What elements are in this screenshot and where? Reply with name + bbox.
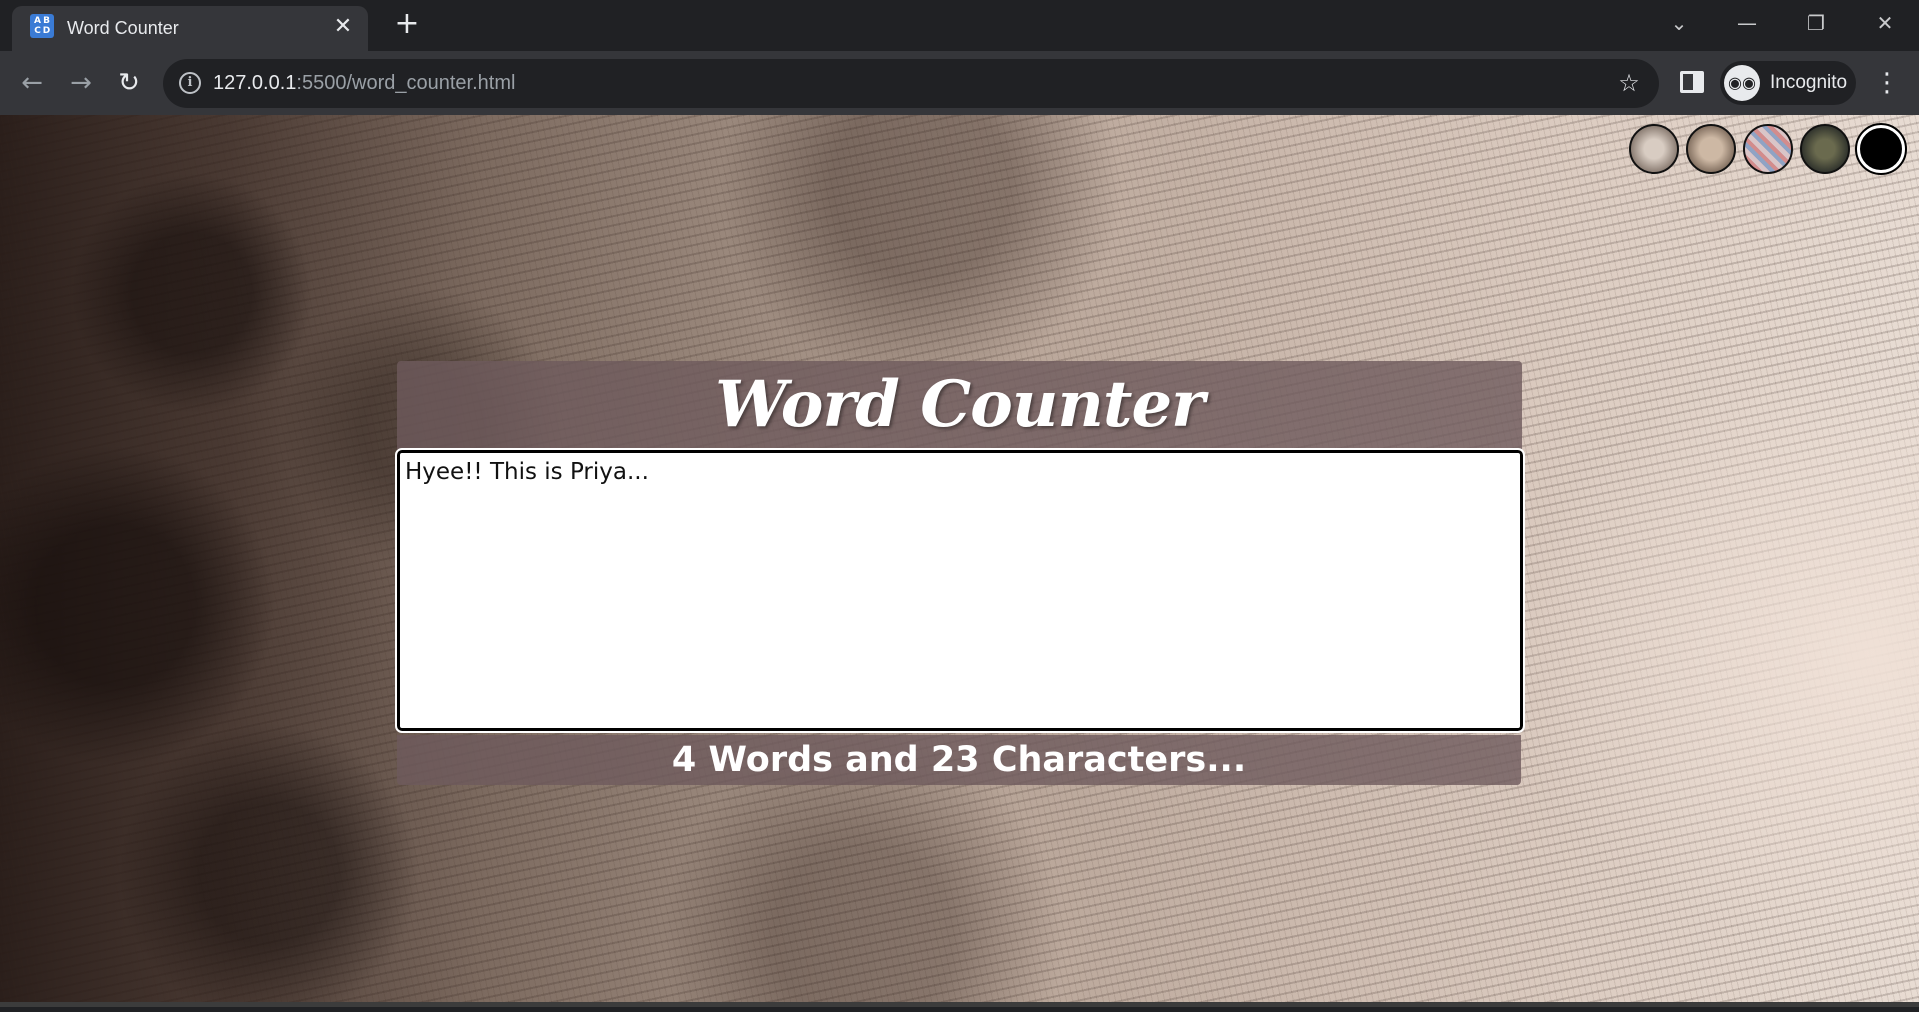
site-info-icon[interactable]: i <box>179 72 201 94</box>
page-viewport: Word Counter 4 Words and 23 Characters..… <box>0 115 1919 1007</box>
incognito-icon: ◉◉ <box>1724 65 1760 101</box>
incognito-profile-button[interactable]: ◉◉ Incognito <box>1720 61 1856 105</box>
title-panel: Word Counter <box>397 361 1522 449</box>
theme-swatch-3[interactable] <box>1743 124 1793 174</box>
word-character-count: 4 Words and 23 Characters... <box>671 740 1247 780</box>
url-host: 127.0.0.1 <box>213 72 297 94</box>
tab-close-icon[interactable]: ✕ <box>330 14 356 40</box>
reload-icon[interactable]: ↻ <box>111 65 147 101</box>
text-input-area[interactable] <box>395 448 1525 733</box>
browser-tab-bar: AB CD Word Counter ✕ + ⌄ — ❐ ✕ <box>0 0 1919 51</box>
browser-tab[interactable]: AB CD Word Counter ✕ <box>12 6 368 51</box>
restore-icon[interactable]: ❐ <box>1796 8 1836 38</box>
bottom-divider <box>0 1002 1919 1007</box>
theme-swatch-5[interactable] <box>1855 123 1907 175</box>
theme-swatch-1[interactable] <box>1629 124 1679 174</box>
browser-menu-icon[interactable]: ⋮ <box>1874 65 1900 101</box>
theme-swatch-4[interactable] <box>1800 124 1850 174</box>
bookmark-star-icon[interactable]: ☆ <box>1615 69 1643 97</box>
theme-swatch-2[interactable] <box>1686 124 1736 174</box>
count-panel: 4 Words and 23 Characters... <box>397 735 1521 785</box>
incognito-label: Incognito <box>1770 72 1848 93</box>
address-bar[interactable]: i 127.0.0.1:5500/word_counter.html ☆ <box>163 59 1659 108</box>
browser-toolbar: ← → ↻ i 127.0.0.1:5500/word_counter.html… <box>0 51 1919 115</box>
abcd-favicon-icon: AB CD <box>30 14 54 38</box>
forward-arrow-icon[interactable]: → <box>63 65 99 101</box>
url-path: :5500/word_counter.html <box>296 72 516 94</box>
window-close-icon[interactable]: ✕ <box>1865 8 1905 38</box>
address-url[interactable]: 127.0.0.1:5500/word_counter.html <box>213 72 515 95</box>
minimize-icon[interactable]: — <box>1727 8 1767 38</box>
page-title: Word Counter <box>715 367 1205 442</box>
new-tab-icon[interactable]: + <box>392 9 422 40</box>
tab-title: Word Counter <box>67 18 179 38</box>
back-arrow-icon[interactable]: ← <box>14 65 50 101</box>
tab-search-icon[interactable]: ⌄ <box>1659 8 1699 38</box>
side-panel-icon[interactable] <box>1680 71 1704 93</box>
